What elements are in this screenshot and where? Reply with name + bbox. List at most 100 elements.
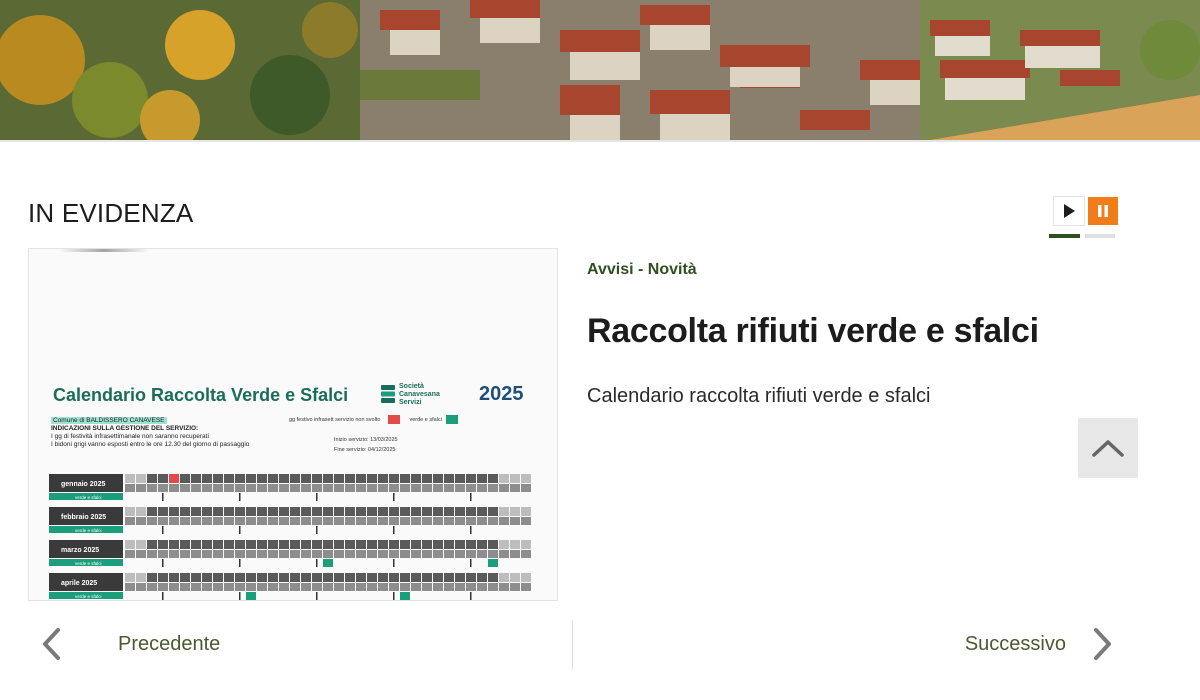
weekday-cell [224, 550, 234, 558]
weekday-cell [136, 517, 146, 525]
day-cell [169, 474, 179, 483]
weekday-cell [488, 550, 498, 558]
weekday-cell [279, 583, 289, 591]
day-cell [224, 540, 234, 549]
weekday-cell [400, 550, 410, 558]
day-cell [455, 507, 465, 516]
week-tick [470, 559, 472, 567]
weekday-cell [180, 583, 190, 591]
week-tick [162, 559, 164, 567]
carousel-indicator-inactive[interactable] [1085, 234, 1115, 238]
day-cell [268, 507, 278, 516]
weekday-cell [191, 583, 201, 591]
weekday-cell [202, 583, 212, 591]
article-category-link[interactable]: Avvisi - Novità [587, 261, 697, 279]
day-cell [488, 507, 498, 516]
carousel-indicator-active[interactable] [1049, 234, 1080, 238]
carousel-play-button[interactable] [1054, 197, 1084, 225]
weekday-cell [191, 550, 201, 558]
back-to-top-button[interactable] [1078, 418, 1138, 478]
feature-image[interactable]: Calendario Raccolta Verde e Sfalci Socie… [28, 248, 558, 601]
day-cell [268, 573, 278, 582]
weekday-cell [158, 484, 168, 492]
service-day-marker [246, 592, 256, 600]
weekday-cell [378, 550, 388, 558]
weekday-cell [334, 550, 344, 558]
play-icon [1064, 204, 1075, 218]
day-cell [279, 507, 289, 516]
weekday-cell [279, 517, 289, 525]
day-cell [389, 474, 399, 483]
day-cell [268, 474, 278, 483]
carousel-pause-button[interactable] [1088, 197, 1118, 225]
pause-icon [1098, 205, 1108, 217]
weekday-cell [499, 517, 509, 525]
day-cell [323, 474, 333, 483]
day-cell [290, 507, 300, 516]
weekday-cell [422, 583, 432, 591]
day-cell [400, 573, 410, 582]
calendar-month-row: gennaio 2025 verde e sfalci [49, 474, 531, 501]
weekday-cell [444, 550, 454, 558]
weekday-cell [235, 484, 245, 492]
day-cell [290, 474, 300, 483]
day-cell [477, 540, 487, 549]
weekday-cell [169, 550, 179, 558]
weekday-cell [356, 517, 366, 525]
legend-verde-label: verde e sfalci [409, 416, 442, 423]
weekday-cell [367, 484, 377, 492]
month-label: gennaio 2025 [61, 481, 105, 488]
day-cell [125, 474, 135, 483]
weekday-cell [334, 517, 344, 525]
day-cell [136, 540, 146, 549]
weekday-cell [499, 484, 509, 492]
weekday-cell [136, 550, 146, 558]
comune-label: Comune di BALDISSERO CANAVESE [51, 417, 167, 424]
weekday-cell [235, 550, 245, 558]
weekday-cell [433, 583, 443, 591]
weekday-cell [499, 550, 509, 558]
weekday-cell [323, 550, 333, 558]
day-cell [257, 507, 267, 516]
weekday-cell [191, 484, 201, 492]
day-cell [279, 540, 289, 549]
weekday-cell [213, 484, 223, 492]
article-title[interactable]: Raccolta rifiuti verde e sfalci [587, 312, 1039, 351]
weekday-cell [477, 484, 487, 492]
legend-green-swatch [446, 415, 459, 424]
day-cell [411, 507, 421, 516]
weekday-cell [466, 550, 476, 558]
day-cell [510, 573, 520, 582]
weekday-cell [378, 517, 388, 525]
day-cell [213, 507, 223, 516]
carousel-prev-button[interactable]: Precedente [40, 618, 570, 670]
weekday-cell [169, 517, 179, 525]
chevron-right-icon [1094, 628, 1111, 660]
weekday-cell [488, 517, 498, 525]
day-cell [422, 507, 432, 516]
day-cell [125, 573, 135, 582]
day-cell [367, 540, 377, 549]
hero-banner [0, 0, 1200, 140]
day-cell [510, 540, 520, 549]
calendar-dates: Inizio servizio: 13/03/2025 Fine servizi… [334, 435, 398, 455]
calendar-grid: gennaio 2025 verde e sfalci febbraio 2025 v… [49, 474, 531, 600]
day-cell [367, 573, 377, 582]
weekday-cell [246, 484, 256, 492]
weekday-cell [455, 517, 465, 525]
weekday-cell [279, 484, 289, 492]
weekday-cell [279, 550, 289, 558]
weekday-cell [422, 517, 432, 525]
day-cell [378, 573, 388, 582]
day-cell [224, 507, 234, 516]
day-cell [202, 507, 212, 516]
row-tag: verde e sfalci [75, 594, 102, 599]
day-cell [356, 474, 366, 483]
weekday-cell [422, 484, 432, 492]
carousel-next-button[interactable]: Successivo [574, 618, 1114, 670]
weekday-cell [246, 583, 256, 591]
day-cell [136, 507, 146, 516]
weekday-cell [521, 583, 531, 591]
weekday-cell [257, 517, 267, 525]
day-cell [169, 540, 179, 549]
